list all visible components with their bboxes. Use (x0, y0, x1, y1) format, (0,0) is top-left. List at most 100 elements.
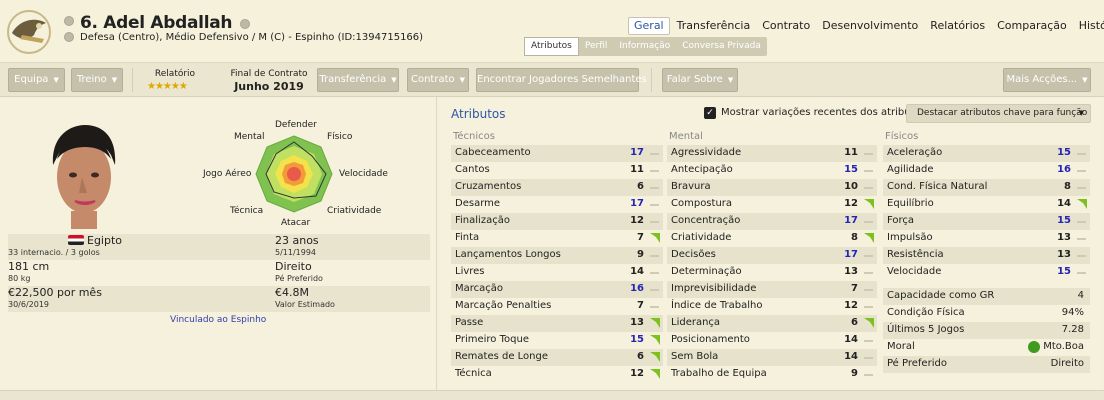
attribute-row[interactable]: Liderança 6 (667, 315, 877, 332)
attribute-radar (255, 135, 333, 213)
attribute-value: 14 (844, 351, 858, 362)
attribute-row[interactable]: Passe 13 (451, 315, 663, 332)
attribute-row[interactable]: Criatividade 8 (667, 230, 877, 247)
attribute-row[interactable]: Decisões 17 (667, 247, 877, 264)
attribute-row[interactable]: Resistência 13 (883, 247, 1090, 264)
technical-header: Técnicos (453, 131, 496, 142)
attribute-row[interactable]: Sem Bola 14 (667, 349, 877, 366)
attribute-row[interactable]: Desarme 17 (451, 196, 663, 213)
attribute-row[interactable]: Impulsão 13 (883, 230, 1090, 247)
tab-contrato[interactable]: Contrato (757, 17, 815, 35)
attribute-row[interactable]: Cruzamentos 6 (451, 179, 663, 196)
attribute-row[interactable]: Remates de Longe 6 (451, 349, 663, 366)
attribute-value: 8 (851, 232, 858, 243)
attribute-name: Trabalho de Equipa (671, 368, 767, 379)
attribute-row[interactable]: Imprevisibilidade 7 (667, 281, 877, 298)
show-changes-label[interactable]: Mostrar variações recentes dos atributos (721, 107, 926, 118)
report-label: Relatório (154, 69, 196, 79)
transferencia-button[interactable]: Transferência ▼ (317, 68, 399, 92)
attribute-name: Agilidade (887, 164, 934, 175)
attribute-name: Decisões (671, 249, 716, 260)
attribute-row[interactable]: Lançamentos Longos 9 (451, 247, 663, 264)
subtab-perfil[interactable]: Perfil (579, 37, 614, 56)
trend-up-icon (650, 335, 660, 345)
attribute-row[interactable]: Bravura 10 (667, 179, 877, 196)
player-photo (52, 125, 116, 229)
attribute-name: Marcação Penalties (455, 300, 552, 311)
attribute-row[interactable]: Índice de Trabalho 12 (667, 298, 877, 315)
trend-flat-icon (1077, 153, 1086, 155)
wage-value: €22,500 por mês (8, 286, 102, 299)
subtab-informacao[interactable]: Informação (613, 37, 676, 56)
nation-value[interactable]: Egipto (68, 234, 273, 247)
attribute-row[interactable]: Concentração 17 (667, 213, 877, 230)
stat-name: Pé Preferido (887, 358, 947, 369)
attribute-row[interactable]: Cond. Física Natural 8 (883, 179, 1090, 196)
attribute-row[interactable]: Técnica 12 (451, 366, 663, 383)
attribute-row[interactable]: Compostura 12 (667, 196, 877, 213)
tab-historico[interactable]: Histórico (1074, 17, 1104, 35)
trend-up-icon (650, 318, 660, 328)
attribute-value: 7 (637, 300, 644, 311)
trend-flat-icon (650, 272, 659, 274)
radar-label-atacar: Atacar (281, 218, 311, 228)
attribute-value: 6 (637, 351, 644, 362)
physical-header: Físicos (885, 131, 919, 142)
caps-value: 33 internacio. / 3 golos (8, 248, 100, 257)
attribute-row[interactable]: Força 15 (883, 213, 1090, 230)
trend-flat-icon (864, 272, 873, 274)
attribute-row[interactable]: Primeiro Toque 15 (451, 332, 663, 349)
treino-button[interactable]: Treino ▼ (71, 68, 123, 92)
more-actions-button[interactable]: Mais Acções... ▼ (1003, 68, 1091, 92)
tab-transferencia[interactable]: Transferência (672, 17, 756, 35)
tab-geral[interactable]: Geral (628, 17, 670, 35)
equipa-button[interactable]: Equipa ▼ (8, 68, 65, 92)
find-similar-button[interactable]: Encontrar Jogadores Semelhantes (476, 68, 647, 92)
show-changes-checkbox[interactable]: ✓ (704, 107, 716, 119)
attribute-name: Livres (455, 266, 485, 277)
favourite-icon[interactable] (64, 16, 74, 26)
contract-club-link[interactable]: Vinculado ao Espinho (170, 315, 266, 325)
attribute-value: 13 (1057, 232, 1071, 243)
info-icon[interactable] (64, 32, 74, 42)
attribute-row[interactable]: Posicionamento 14 (667, 332, 877, 349)
chevron-down-icon: ▼ (1078, 109, 1084, 117)
attribute-row[interactable]: Cabeceamento 17 (451, 145, 663, 162)
attribute-row[interactable]: Velocidade 15 (883, 264, 1090, 281)
attributes-title: Atributos (451, 107, 506, 121)
trend-flat-icon (864, 374, 873, 376)
highlight-key-attributes-dropdown[interactable]: Destacar atributos chave para função ▼ (906, 104, 1091, 123)
attribute-row[interactable]: Determinação 13 (667, 264, 877, 281)
attribute-value: 6 (637, 181, 644, 192)
trend-flat-icon (864, 153, 873, 155)
tab-relatorios[interactable]: Relatórios (925, 17, 990, 35)
subtab-conversa-privada[interactable]: Conversa Privada (676, 37, 767, 56)
attribute-row[interactable]: Equilíbrio 14 (883, 196, 1090, 213)
stat-row: Capacidade como GR 4 (883, 288, 1090, 305)
contrato-button[interactable]: Contrato ▼ (407, 68, 469, 92)
attribute-name: Técnica (455, 368, 492, 379)
attribute-row[interactable]: Aceleração 15 (883, 145, 1090, 162)
attribute-row[interactable]: Agressividade 11 (667, 145, 877, 162)
subtab-atributos[interactable]: Atributos (524, 37, 579, 56)
attribute-name: Posicionamento (671, 334, 750, 345)
report-stars[interactable]: ★★★★★ (147, 81, 188, 92)
attribute-row[interactable]: Cantos 11 (451, 162, 663, 179)
attribute-value: 13 (1057, 249, 1071, 260)
falar-sobre-button[interactable]: Falar Sobre ▼ (662, 68, 738, 92)
attribute-row[interactable]: Marcação 16 (451, 281, 663, 298)
attribute-row[interactable]: Finta 7 (451, 230, 663, 247)
tab-comparacao[interactable]: Comparação (992, 17, 1072, 35)
tab-desenvolvimento[interactable]: Desenvolvimento (817, 17, 923, 35)
attribute-row[interactable]: Finalização 12 (451, 213, 663, 230)
attribute-row[interactable]: Livres 14 (451, 264, 663, 281)
attribute-row[interactable]: Marcação Penalties 7 (451, 298, 663, 315)
attribute-name: Força (887, 215, 915, 226)
contract-end-label: Final de Contrato (230, 69, 308, 79)
stat-name: Moral (887, 341, 915, 352)
trend-flat-icon (864, 255, 873, 257)
attribute-row[interactable]: Agilidade 16 (883, 162, 1090, 179)
chevron-down-icon: ▼ (111, 76, 118, 84)
attribute-row[interactable]: Trabalho de Equipa 9 (667, 366, 877, 383)
attribute-row[interactable]: Antecipação 15 (667, 162, 877, 179)
